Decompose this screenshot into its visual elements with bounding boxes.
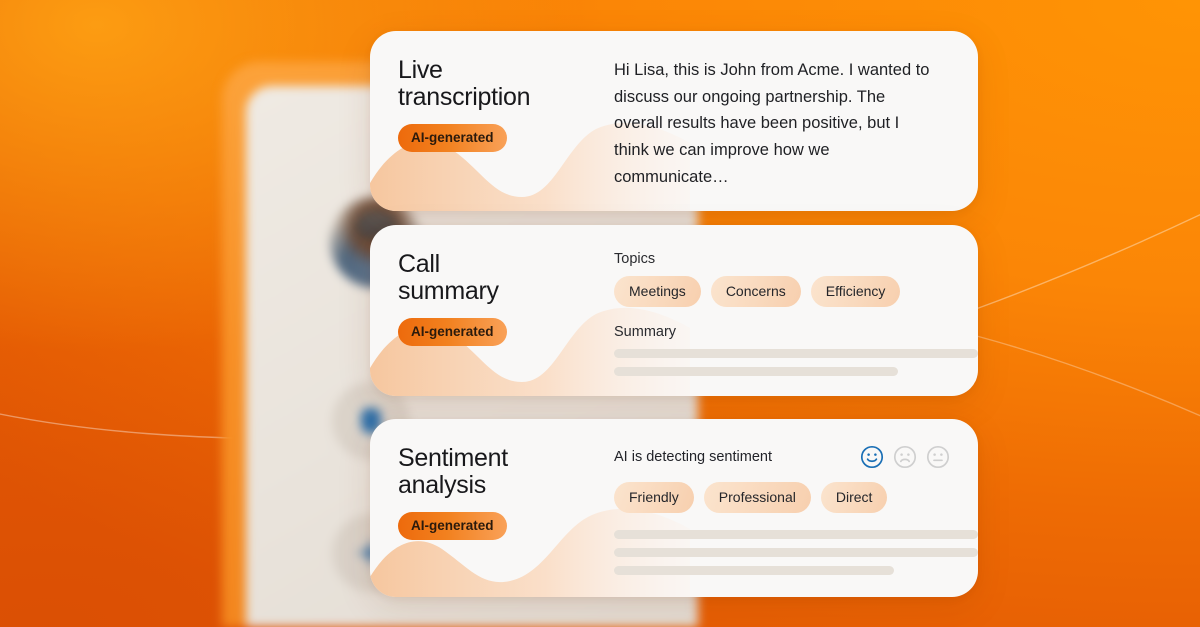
sentiment-tag[interactable]: Direct <box>820 482 888 513</box>
skeleton-line <box>614 548 978 557</box>
topics-label: Topics <box>614 251 656 267</box>
sentiment-face-group <box>860 445 950 469</box>
neutral-face-icon[interactable] <box>926 445 950 469</box>
card-left-column: Call summary AI-generated <box>370 225 614 396</box>
card-right-column: AI is detecting sentiment Friendly Profe… <box>614 419 978 597</box>
happy-face-icon[interactable] <box>860 445 884 469</box>
card-left-column: Live transcription AI-generated <box>370 31 614 211</box>
transcript-text: Hi Lisa, this is John from Acme. I wante… <box>614 61 930 186</box>
skeleton-line <box>614 530 978 539</box>
sentiment-skeleton <box>614 530 978 575</box>
sentiment-header: AI is detecting sentiment <box>614 445 978 469</box>
sentiment-tag[interactable]: Friendly <box>614 482 694 513</box>
summary-skeleton <box>614 349 978 376</box>
summary-label: Summary <box>614 324 677 340</box>
sentiment-tag-row: Friendly Professional Direct <box>614 482 978 513</box>
sentiment-tag[interactable]: Professional <box>703 482 811 513</box>
topic-pill[interactable]: Efficiency <box>810 276 901 307</box>
card-left-column: Sentiment analysis AI-generated <box>370 419 614 597</box>
sad-face-icon[interactable] <box>893 445 917 469</box>
live-transcription-card: Live transcription AI-generated Hi Lisa,… <box>370 31 978 211</box>
card-right-column: Topics Meetings Concerns Efficiency Summ… <box>614 225 978 396</box>
card-right-column: Hi Lisa, this is John from Acme. I wante… <box>614 31 978 211</box>
card-title: Call summary <box>398 250 499 305</box>
ai-generated-badge: AI-generated <box>398 317 507 346</box>
card-title: Sentiment analysis <box>398 444 508 499</box>
ai-generated-badge: AI-generated <box>398 123 507 152</box>
card-title: Live transcription <box>398 56 531 111</box>
topic-pill[interactable]: Meetings <box>614 276 701 307</box>
call-summary-card: Call summary AI-generated Topics Meeting… <box>370 225 978 396</box>
topic-pill[interactable]: Concerns <box>710 276 801 307</box>
sentiment-status-text: AI is detecting sentiment <box>614 449 772 465</box>
skeleton-line <box>614 566 895 575</box>
skeleton-line <box>614 367 898 376</box>
skeleton-line <box>614 349 978 358</box>
ai-generated-badge: AI-generated <box>398 511 507 540</box>
sentiment-analysis-card: Sentiment analysis AI-generated AI is de… <box>370 419 978 597</box>
topics-pill-row: Meetings Concerns Efficiency <box>614 276 978 307</box>
